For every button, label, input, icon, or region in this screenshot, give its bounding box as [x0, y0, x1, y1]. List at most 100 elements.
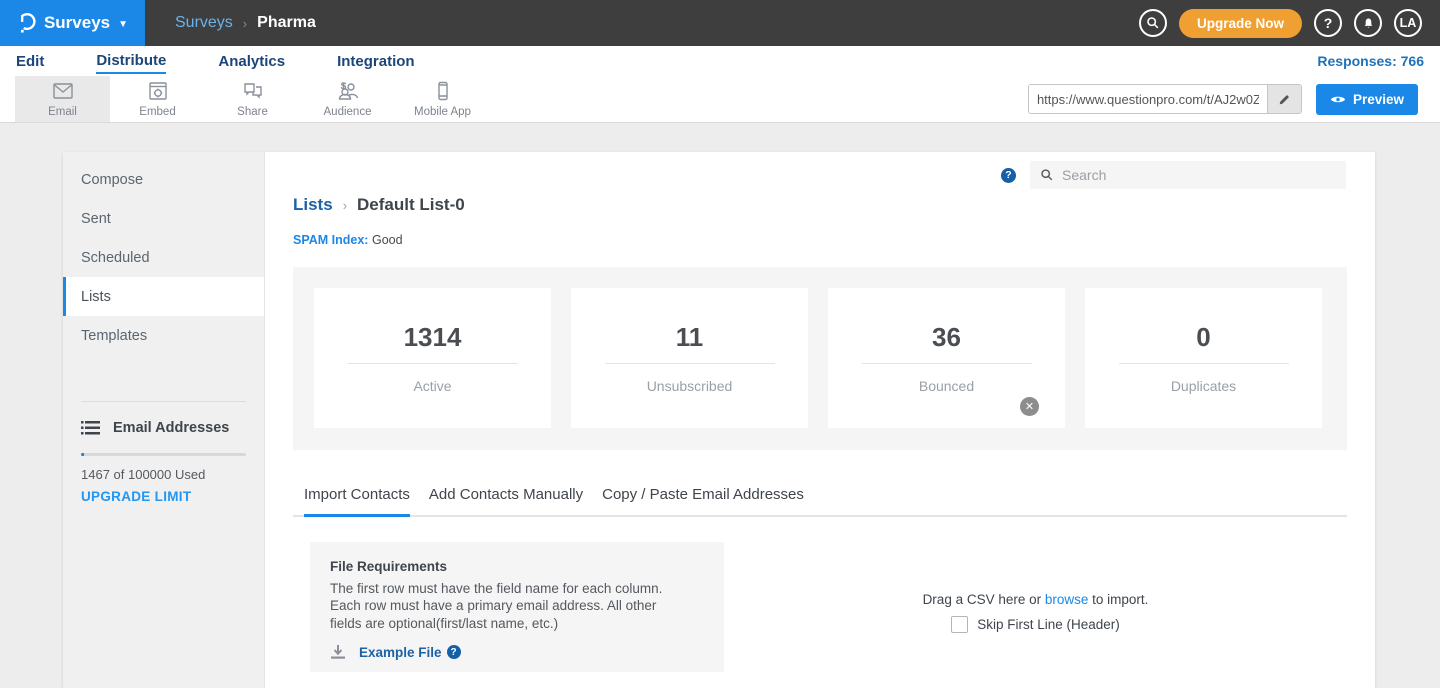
page-background: Compose Sent Scheduled Lists Templates E…: [0, 123, 1440, 688]
sidebar-item-scheduled[interactable]: Scheduled: [63, 238, 264, 277]
email-addresses-title: Email Addresses: [113, 420, 229, 436]
sidebar-item-compose[interactable]: Compose: [63, 160, 264, 199]
distribute-toolbar: Email Embed Share $ Audience Mobile App: [0, 76, 1440, 123]
survey-breadcrumb: Surveys › Pharma: [145, 0, 316, 46]
dropzone-text-before: Drag a CSV here or: [923, 592, 1045, 607]
avatar[interactable]: LA: [1394, 9, 1422, 37]
tab-distribute[interactable]: Distribute: [96, 49, 166, 74]
top-bar: Surveys ▼ Surveys › Pharma Upgrade Now ?…: [0, 0, 1440, 46]
survey-url-group: [1028, 84, 1302, 114]
tab-add-contacts-manually[interactable]: Add Contacts Manually: [429, 478, 583, 517]
toolbar-item-label: Email: [48, 106, 77, 118]
toolbar-right: Preview: [1028, 76, 1440, 122]
toolbar-item-label: Mobile App: [414, 106, 471, 118]
survey-nav: Edit Distribute Analytics Integration Re…: [0, 46, 1440, 76]
list-search-box: [1030, 161, 1346, 189]
lists-content: ? Lists › Default List-0 SPAM Index: Goo…: [265, 152, 1375, 688]
upgrade-now-button[interactable]: Upgrade Now: [1179, 9, 1302, 38]
preview-button[interactable]: Preview: [1316, 84, 1418, 115]
product-switcher[interactable]: Surveys ▼: [0, 0, 145, 46]
tab-analytics[interactable]: Analytics: [218, 50, 285, 73]
breadcrumb-separator: ›: [343, 198, 347, 213]
browse-link[interactable]: browse: [1045, 592, 1089, 607]
list-stats-band: 1314 Active 11 Unsubscribed 36 Bounced ✕…: [293, 267, 1347, 450]
toolbar-item-audience[interactable]: $ Audience: [300, 76, 395, 122]
stat-card-active[interactable]: 1314 Active: [314, 288, 551, 428]
breadcrumb-separator: ›: [243, 16, 247, 31]
tab-edit[interactable]: Edit: [16, 50, 44, 73]
sidebar-item-sent[interactable]: Sent: [63, 199, 264, 238]
toolbar-item-email[interactable]: Email: [15, 76, 110, 122]
dropzone-text-after: to import.: [1088, 592, 1148, 607]
responses-count[interactable]: Responses: 766: [1317, 53, 1424, 69]
toolbar-item-label: Share: [237, 106, 268, 118]
chevron-down-icon: ▼: [118, 19, 128, 30]
tab-integration[interactable]: Integration: [337, 50, 415, 73]
file-requirements-body: The first row must have the field name f…: [330, 580, 690, 632]
file-requirements-title: File Requirements: [330, 559, 704, 574]
example-file-row[interactable]: Example File ?: [330, 645, 704, 660]
tab-import-contacts[interactable]: Import Contacts: [304, 478, 410, 517]
stat-label: Bounced: [919, 378, 974, 394]
email-addresses-header: Email Addresses: [63, 402, 264, 436]
lists-panel: Compose Sent Scheduled Lists Templates E…: [63, 152, 1375, 688]
audience-people-icon: $: [335, 81, 361, 104]
stat-divider: [605, 363, 775, 364]
product-label: Surveys: [44, 13, 110, 33]
breadcrumb-lists-link[interactable]: Lists: [293, 195, 333, 215]
stat-value: 36: [932, 322, 961, 353]
share-bubbles-icon: [241, 81, 265, 104]
csv-dropzone[interactable]: Drag a CSV here or browse to import. Ski…: [724, 592, 1347, 633]
notifications-bell-icon[interactable]: [1354, 9, 1382, 37]
contacts-tabs: Import Contacts Add Contacts Manually Co…: [293, 478, 1347, 517]
upgrade-limit-link[interactable]: UPGRADE LIMIT: [63, 482, 264, 504]
clear-bounced-icon[interactable]: ✕: [1020, 397, 1039, 416]
distribute-sidebar: Compose Sent Scheduled Lists Templates E…: [63, 152, 265, 688]
download-icon: [330, 645, 346, 660]
stat-card-duplicates[interactable]: 0 Duplicates: [1085, 288, 1322, 428]
eye-icon: [1330, 94, 1346, 105]
preview-label: Preview: [1353, 92, 1404, 107]
search-magnifier-icon: [1040, 168, 1054, 182]
toolbar-item-mobile-app[interactable]: Mobile App: [395, 76, 490, 122]
list-search-row: ?: [1001, 161, 1346, 189]
stat-card-unsubscribed[interactable]: 11 Unsubscribed: [571, 288, 808, 428]
edit-url-pencil-icon[interactable]: [1267, 85, 1301, 113]
example-file-link[interactable]: Example File: [359, 645, 442, 660]
skip-first-line-row: Skip First Line (Header): [724, 616, 1347, 633]
list-help-icon[interactable]: ?: [1001, 168, 1016, 183]
stat-card-bounced[interactable]: 36 Bounced ✕: [828, 288, 1065, 428]
example-file-help-icon[interactable]: ?: [447, 645, 461, 659]
toolbar-item-share[interactable]: Share: [205, 76, 300, 122]
stat-divider: [1119, 363, 1289, 364]
list-breadcrumb: Lists › Default List-0: [293, 195, 465, 215]
breadcrumb-surveys-link[interactable]: Surveys: [175, 14, 233, 32]
stat-divider: [862, 363, 1032, 364]
survey-url-input[interactable]: [1029, 85, 1267, 113]
mobile-phone-icon: [431, 81, 455, 104]
search-icon[interactable]: [1139, 9, 1167, 37]
list-search-input[interactable]: [1062, 167, 1336, 183]
list-lines-icon: [81, 420, 100, 436]
skip-first-line-label: Skip First Line (Header): [977, 617, 1120, 632]
skip-first-line-checkbox[interactable]: [951, 616, 968, 633]
sidebar-item-lists[interactable]: Lists: [63, 277, 264, 316]
stat-label: Active: [413, 378, 451, 394]
stat-value: 11: [676, 322, 704, 353]
toolbar-item-label: Audience: [324, 106, 372, 118]
tab-copy-paste-email-addresses[interactable]: Copy / Paste Email Addresses: [602, 478, 804, 517]
breadcrumb-survey-name[interactable]: Pharma: [257, 14, 316, 32]
stat-value: 0: [1196, 322, 1210, 353]
embed-window-icon: [146, 81, 170, 104]
spam-index: SPAM Index: Good: [293, 233, 403, 247]
stat-label: Duplicates: [1171, 378, 1236, 394]
dropzone-text: Drag a CSV here or browse to import.: [724, 592, 1347, 607]
email-envelope-icon: [51, 81, 75, 104]
stat-divider: [348, 363, 518, 364]
questionpro-logo-icon: [17, 12, 36, 35]
sidebar-item-templates[interactable]: Templates: [63, 316, 264, 355]
help-icon[interactable]: ?: [1314, 9, 1342, 37]
toolbar-item-label: Embed: [139, 106, 175, 118]
stat-value: 1314: [404, 322, 462, 353]
toolbar-item-embed[interactable]: Embed: [110, 76, 205, 122]
